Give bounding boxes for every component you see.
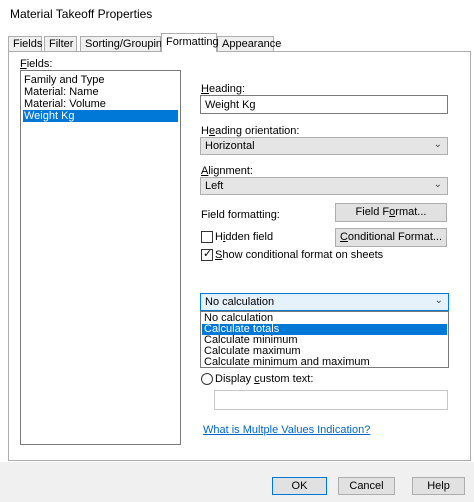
alignment-value: Left [205, 180, 224, 192]
tab-formatting[interactable]: Formatting [161, 33, 219, 52]
hidden-field-checkbox[interactable] [201, 231, 213, 243]
fields-label: Fields: [20, 58, 53, 70]
alignment-label: Alignment: [201, 165, 253, 177]
conditional-format-button[interactable]: Conditional Format... [335, 228, 447, 247]
heading-orientation-value: Horizontal [205, 140, 255, 152]
window-title: Material Takeoff Properties [10, 7, 153, 21]
tab-filter-label: Filter [49, 38, 74, 50]
calculation-select[interactable]: No calculation ⌄ [200, 293, 449, 311]
calculation-dropdown-list[interactable]: No calculation Calculate totals Calculat… [200, 311, 449, 368]
chevron-down-icon: ⌄ [433, 139, 442, 150]
calculation-value: No calculation [205, 296, 275, 308]
heading-orientation-label: Heading orientation: [201, 125, 300, 137]
display-custom-text-label: Display custom text: [215, 373, 314, 385]
field-formatting-label: Field formatting: [201, 209, 280, 221]
dialog-footer [0, 462, 474, 502]
dropdown-option[interactable]: Calculate minimum and maximum [202, 357, 447, 368]
tab-filter[interactable]: Filter [44, 36, 77, 51]
hidden-field-label: Hidden field [215, 231, 274, 243]
list-item-selected[interactable]: Weight Kg [23, 110, 178, 122]
field-format-button[interactable]: Field Format... [335, 203, 447, 222]
custom-text-input[interactable] [214, 390, 448, 410]
list-item[interactable]: Material: Volume [23, 98, 106, 110]
ok-button[interactable]: OK [272, 477, 327, 495]
tab-appearance[interactable]: Appearance [217, 36, 281, 51]
show-conditional-format-checkbox[interactable]: ✓ [201, 248, 213, 261]
heading-input[interactable]: Weight Kg [200, 95, 448, 114]
show-conditional-format-label: Show conditional format on sheets [215, 249, 384, 261]
list-item[interactable]: Family and Type [23, 74, 105, 86]
help-link[interactable]: What is Multple Values Indication? [203, 424, 370, 436]
fields-list[interactable]: Family and Type Material: Name Material:… [20, 70, 181, 445]
checkmark-icon: ✓ [203, 248, 213, 260]
alignment-select[interactable]: Left ⌄ [200, 177, 448, 195]
list-item[interactable]: Material: Name [23, 86, 99, 98]
chevron-down-icon: ⌄ [434, 295, 443, 306]
heading-label: Heading: [201, 83, 246, 95]
display-custom-text-radio[interactable] [201, 373, 213, 385]
tab-fields-label: Fields [13, 38, 43, 50]
tab-fields[interactable]: Fields [8, 36, 42, 51]
tab-sorting-grouping-label: Sorting/Grouping [85, 38, 169, 50]
heading-orientation-select[interactable]: Horizontal ⌄ [200, 137, 448, 155]
help-button[interactable]: Help [412, 477, 465, 495]
tab-formatting-label: Formatting [166, 36, 219, 48]
chevron-down-icon: ⌄ [433, 179, 442, 190]
tab-sorting-grouping[interactable]: Sorting/Grouping [80, 36, 168, 51]
cancel-button[interactable]: Cancel [338, 477, 395, 495]
tab-appearance-label: Appearance [222, 38, 282, 50]
